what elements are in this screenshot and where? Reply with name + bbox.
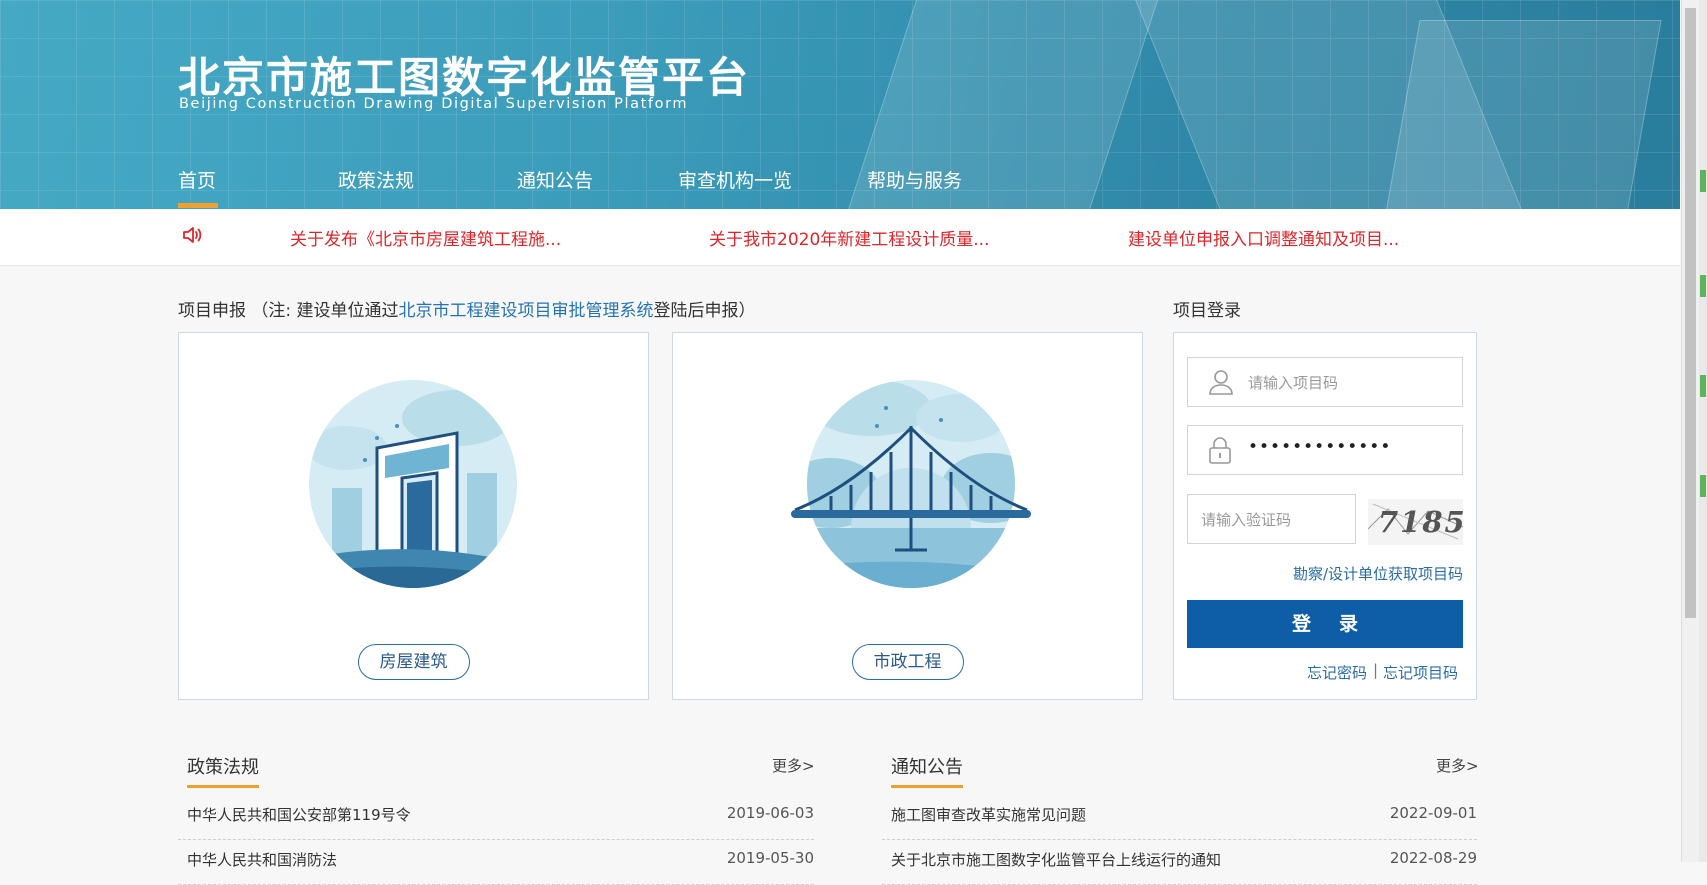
forgot-password-link[interactable]: 忘记密码 (1307, 662, 1367, 683)
project-apply-title: 项目申报 （注: 建设单位通过北京市工程建设项目审批管理系统登陆后申报） (178, 296, 756, 321)
announcement-ticker: 关于发布《北京市房屋建筑工程施... 关于我市2020年新建工程设计质量... … (0, 209, 1680, 266)
approval-system-link[interactable]: 北京市工程建设项目审批管理系统 (399, 301, 654, 321)
building-button[interactable]: 房屋建筑 (357, 644, 470, 680)
project-code-field[interactable]: 请输入项目码 (1187, 357, 1463, 407)
notice-list-title: 通知公告 (891, 753, 963, 788)
header-building-graphic (1380, 20, 1662, 209)
password-value: ••••••••••••• (1248, 437, 1392, 457)
notice-more-link[interactable]: 更多> (1436, 755, 1479, 776)
nav-notice[interactable]: 通知公告 (517, 166, 593, 193)
ticker-item[interactable]: 关于我市2020年新建工程设计质量... (709, 225, 989, 250)
list-item-title: 关于北京市施工图数字化监管平台上线运行的通知 (891, 851, 1222, 869)
building-card[interactable]: 房屋建筑 (178, 332, 649, 700)
page-scrollbar[interactable] (1681, 0, 1700, 862)
list-item-date: 2022-09-01 (1389, 804, 1477, 822)
list-item-date: 2022-08-29 (1389, 849, 1477, 867)
ticker-item[interactable]: 建设单位申报入口调整通知及项目... (1128, 225, 1399, 250)
main-nav: 首页 政策法规 通知公告 审查机构一览 帮助与服务 (0, 160, 1000, 209)
scrollbar-thumb[interactable] (1685, 8, 1696, 618)
list-item[interactable]: 中华人民共和国公安部第119号令 2019-06-03 (178, 795, 814, 840)
ticker-item[interactable]: 关于发布《北京市房屋建筑工程施... (290, 225, 561, 250)
nav-help[interactable]: 帮助与服务 (867, 166, 962, 193)
list-item[interactable]: 中华人民共和国消防法 2019-05-30 (178, 840, 814, 885)
list-item[interactable]: 施工图审查改革实施常见问题 2022-09-01 (882, 795, 1477, 840)
project-apply-title-prefix: 项目申报 （注: 建设单位通过 (178, 301, 399, 321)
lock-icon (1208, 436, 1232, 468)
nav-review-agencies[interactable]: 审查机构一览 (678, 166, 792, 193)
captcha-field[interactable]: 请输入验证码 (1187, 494, 1356, 544)
link-separator: | (1373, 661, 1379, 679)
policy-list-title: 政策法规 (187, 753, 259, 788)
list-item-date: 2019-06-03 (726, 804, 814, 822)
captcha-image[interactable]: 7185 (1368, 499, 1463, 545)
login-title: 项目登录 (1173, 301, 1241, 321)
building-illustration (309, 380, 517, 588)
project-code-placeholder: 请输入项目码 (1248, 374, 1339, 392)
password-field[interactable]: ••••••••••••• (1187, 425, 1463, 475)
captcha-text: 7185 (1378, 505, 1463, 539)
captcha-placeholder: 请输入验证码 (1201, 511, 1292, 529)
adjacent-window-edge (1699, 0, 1707, 862)
list-item[interactable]: 关于北京市施工图数字化监管平台上线运行的通知 2022-08-29 (882, 840, 1477, 885)
list-item-title: 中华人民共和国消防法 (187, 851, 338, 869)
login-panel: 请输入项目码 ••••••••••••• 请输入验证码 7185 勘察/设计单位… (1173, 332, 1477, 700)
nav-policy[interactable]: 政策法规 (338, 166, 414, 193)
list-item-title: 施工图审查改革实施常见问题 (891, 806, 1087, 824)
project-apply-title-suffix: 登陆后申报） (653, 301, 756, 321)
list-item-title: 中华人民共和国公安部第119号令 (187, 806, 411, 824)
login-button[interactable]: 登录 (1187, 600, 1463, 648)
user-icon (1208, 368, 1234, 400)
list-item-date: 2019-05-30 (726, 849, 814, 867)
nav-home[interactable]: 首页 (178, 166, 219, 208)
site-header: 北京市施工图数字化监管平台 Beijing Construction Drawi… (0, 0, 1680, 209)
site-subtitle: Beijing Construction Drawing Digital Sup… (179, 96, 689, 112)
policy-more-link[interactable]: 更多> (772, 755, 815, 776)
municipal-button[interactable]: 市政工程 (851, 644, 964, 680)
get-project-code-link[interactable]: 勘察/设计单位获取项目码 (1293, 563, 1463, 584)
municipal-card[interactable]: 市政工程 (672, 332, 1143, 700)
forgot-project-code-link[interactable]: 忘记项目码 (1383, 662, 1458, 683)
bridge-illustration (791, 380, 1031, 588)
speaker-icon (180, 223, 204, 251)
